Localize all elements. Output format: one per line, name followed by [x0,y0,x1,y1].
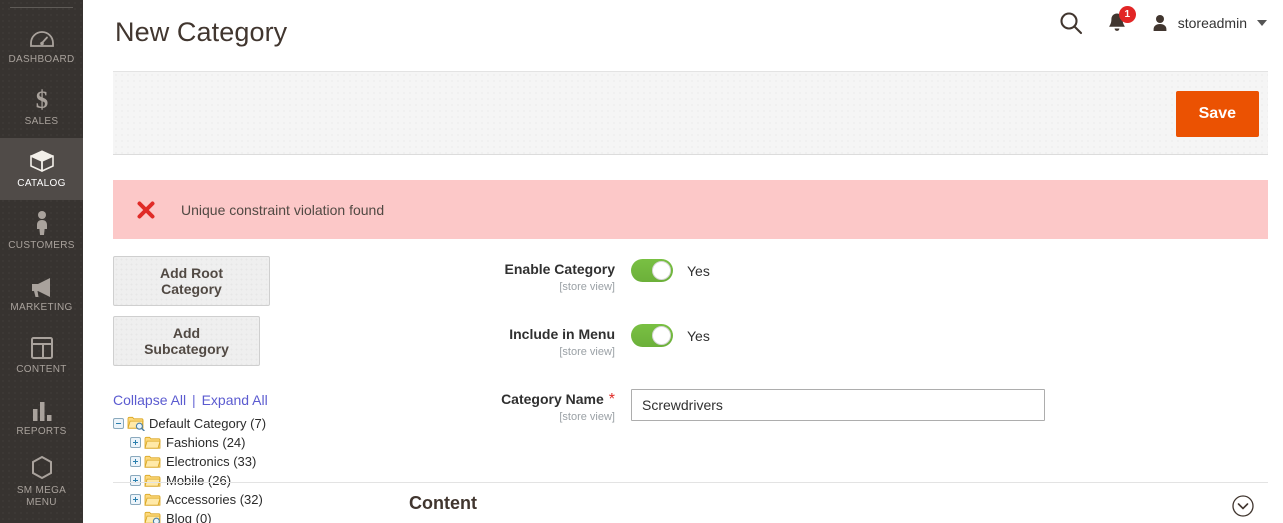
folder-icon [144,455,162,469]
sidebar-item-sales[interactable]: $ SALES [0,76,83,138]
tree-node-label: Electronics (33) [166,454,257,469]
bar-chart-icon [30,396,54,422]
enable-category-toggle[interactable] [631,259,673,282]
tree-node[interactable]: Electronics (33) [113,452,403,471]
sidebar-item-marketing[interactable]: MARKETING [0,262,83,324]
sidebar-item-label: CONTENT [16,363,67,375]
category-name-scope: [store view] [559,411,615,423]
sidebar-item-label: SALES [24,115,59,127]
tree-expand-controls: Collapse All | Expand All [113,392,403,408]
save-button[interactable]: Save [1175,91,1259,137]
toggle-knob [652,326,671,345]
tree-node[interactable]: Fashions (24) [113,433,403,452]
tree-node[interactable]: Default Category (7) [113,414,403,433]
enable-category-label: Enable Category [504,261,615,277]
field-control: Yes [631,256,710,282]
folder-icon [144,436,162,450]
tree-expand-toggle[interactable] [130,456,141,467]
sidebar-item-customers[interactable]: CUSTOMERS [0,200,83,262]
field-enable-category: Enable Category [store view] Yes [413,256,1283,294]
error-x-icon [133,200,159,220]
expand-all-link[interactable]: Expand All [202,392,268,408]
layout-icon [30,334,54,360]
include-in-menu-label: Include in Menu [509,326,615,342]
sidebar-item-reports[interactable]: REPORTS [0,386,83,448]
sidebar-item-label: CUSTOMERS [8,239,75,251]
page-actions-toolbar: Save [113,71,1268,155]
tree-collapse-toggle[interactable] [113,418,124,429]
hexagon-icon [30,455,54,481]
enable-category-scope: [store view] [559,281,615,293]
folder-search-icon [127,416,145,431]
notifications-button[interactable]: 1 [1106,6,1136,35]
collapse-all-link[interactable]: Collapse All [113,392,186,408]
sidebar-item-label: MARKETING [10,301,73,313]
add-subcategory-button[interactable]: Add Subcategory [113,316,260,366]
category-name-label: Category Name [501,391,604,407]
sidebar-item-sm-mega-menu[interactable]: SM MEGA MENU [0,448,83,517]
sidebar-item-label: DASHBOARD [8,53,75,65]
sidebar-item-label: CATALOG [17,177,66,189]
admin-page: DASHBOARD $ SALES CATALOG CUSTOMERS MARK… [0,0,1283,523]
page-header: New Category 1 storeadmin [83,0,1283,64]
content-section-header[interactable]: Content [113,482,1268,523]
sidebar-divider [10,7,73,8]
admin-user-name: storeadmin [1177,15,1247,31]
include-in-menu-scope: [store view] [559,346,615,358]
tree-node-label: Fashions (24) [166,435,246,450]
sidebar-item-label: REPORTS [16,425,67,437]
category-form: Enable Category [store view] Yes Include… [413,256,1283,451]
error-message-text: Unique constraint violation found [181,201,385,218]
required-asterisk: * [608,391,615,408]
svg-text:$: $ [35,87,48,112]
sidebar-item-dashboard[interactable]: DASHBOARD [0,14,83,76]
field-label-col: Include in Menu [store view] [413,321,631,359]
chevron-down-circle-icon[interactable] [1231,494,1255,518]
notification-count-badge: 1 [1118,6,1136,23]
chevron-down-icon [1257,20,1267,26]
person-icon [33,210,51,236]
field-include-in-menu: Include in Menu [store view] Yes [413,321,1283,359]
box-icon [29,148,55,174]
user-avatar-icon [1153,15,1167,31]
dashboard-gauge-icon [29,24,55,50]
tree-node-label: Default Category (7) [149,416,267,431]
field-label-col: Category Name * [store view] [413,386,631,424]
include-in-menu-toggle[interactable] [631,324,673,347]
error-message-banner: Unique constraint violation found [113,180,1268,239]
field-control [631,386,1045,421]
category-name-input[interactable] [631,389,1045,421]
tree-expand-toggle[interactable] [130,437,141,448]
header-tools: 1 storeadmin [1058,6,1267,36]
dollar-sign-icon: $ [32,86,52,112]
field-category-name: Category Name * [store view] [413,386,1283,424]
content-section-title: Content [409,492,477,513]
sidebar-item-catalog[interactable]: CATALOG [0,138,83,200]
sidebar-item-content[interactable]: CONTENT [0,324,83,386]
admin-sidebar: DASHBOARD $ SALES CATALOG CUSTOMERS MARK… [0,0,83,523]
search-icon[interactable] [1058,10,1084,36]
admin-user-menu[interactable]: storeadmin [1150,13,1267,33]
enable-category-value: Yes [687,262,710,279]
sidebar-item-label: SM MEGA MENU [16,485,67,508]
include-in-menu-value: Yes [687,327,710,344]
field-control: Yes [631,321,710,347]
field-label-col: Enable Category [store view] [413,256,631,294]
page-title: New Category [115,17,288,47]
toggle-knob [652,261,671,280]
add-root-category-button[interactable]: Add Root Category [113,256,270,306]
megaphone-icon [28,272,56,298]
tree-links-separator: | [192,392,196,408]
